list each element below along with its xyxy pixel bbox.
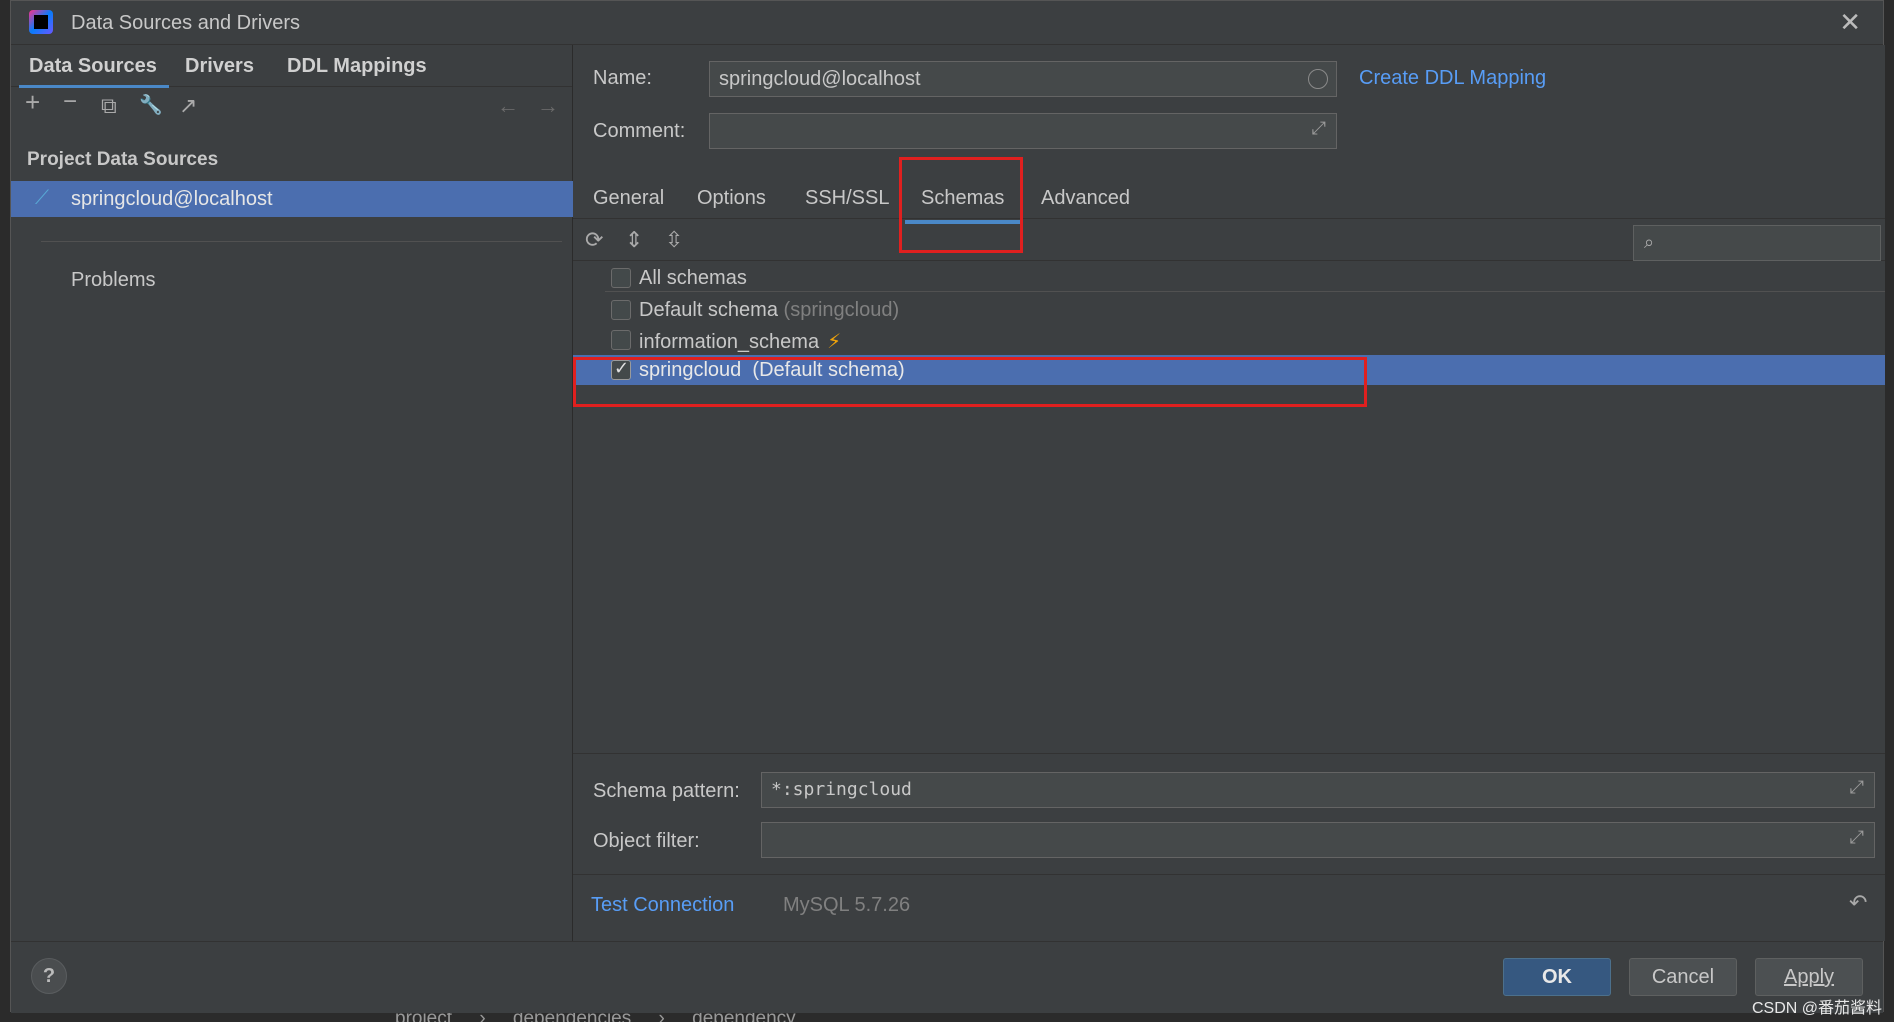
- object-filter-label: Object filter:: [593, 830, 700, 852]
- duplicate-icon[interactable]: ⧉: [101, 95, 117, 117]
- all-schemas-checkbox[interactable]: [611, 268, 631, 288]
- schema-label: information_schema ⚡: [639, 329, 841, 354]
- problems-item[interactable]: Problems: [71, 269, 155, 292]
- name-value: springcloud@localhost: [719, 68, 921, 90]
- tab-schemas[interactable]: Schemas: [904, 187, 1023, 224]
- left-panel: Data Sources Drivers DDL Mappings + − ⧉ …: [11, 45, 573, 941]
- search-icon: ⌕: [1644, 232, 1655, 252]
- schema-name: information_schema: [639, 331, 820, 353]
- comment-field[interactable]: ⤢: [709, 113, 1337, 149]
- schema-checkbox-checked[interactable]: [611, 358, 631, 380]
- intellij-logo-icon: [29, 10, 53, 34]
- dialog-titlebar: Data Sources and Drivers ✕: [11, 1, 1883, 45]
- revert-icon[interactable]: ↶: [1849, 890, 1867, 916]
- back-arrow-icon[interactable]: ←: [497, 95, 519, 117]
- ok-button[interactable]: OK: [1503, 958, 1611, 996]
- divider: [41, 241, 562, 242]
- lightning-icon: ⚡: [827, 331, 842, 353]
- schema-checkbox[interactable]: [611, 330, 631, 350]
- all-schemas-label: All schemas: [639, 267, 747, 289]
- forward-arrow-icon[interactable]: →: [537, 95, 559, 117]
- schema-name: Default schema: [639, 299, 778, 321]
- export-icon[interactable]: ↗: [179, 95, 197, 117]
- color-picker-icon[interactable]: [1308, 69, 1328, 89]
- schema-search-input[interactable]: ⌕: [1633, 225, 1881, 261]
- divider: [573, 874, 1885, 875]
- data-sources-dialog: Data Sources and Drivers ✕ Data Sources …: [10, 0, 1885, 1013]
- help-button[interactable]: ?: [31, 958, 67, 994]
- schema-list: All schemas Default schema (springcloud)…: [573, 263, 1885, 753]
- left-tab-bar: Data Sources Drivers DDL Mappings: [11, 45, 572, 88]
- schema-hint: (Default schema): [752, 359, 905, 381]
- remove-icon[interactable]: −: [63, 90, 77, 114]
- name-label: Name:: [593, 67, 652, 89]
- schema-label: springcloud (Default schema): [639, 359, 905, 382]
- expand-icon[interactable]: ⤢: [1850, 827, 1864, 848]
- wrench-icon[interactable]: 🔧: [139, 95, 163, 117]
- mysql-dolphin-icon: ⟋: [35, 187, 49, 209]
- schema-row[interactable]: information_schema ⚡: [573, 325, 1885, 355]
- tab-drivers[interactable]: Drivers: [185, 55, 254, 78]
- schema-checkbox[interactable]: [611, 300, 631, 320]
- refresh-icon[interactable]: ⟳: [585, 229, 603, 251]
- project-data-sources-heading: Project Data Sources: [27, 149, 219, 170]
- tab-general[interactable]: General: [593, 187, 664, 210]
- close-icon[interactable]: ✕: [1839, 7, 1861, 38]
- data-source-label: springcloud@localhost: [71, 188, 273, 210]
- tab-ssh-ssl[interactable]: SSH/SSL: [805, 187, 889, 210]
- schema-name: springcloud: [639, 359, 742, 381]
- tab-ddl-mappings[interactable]: DDL Mappings: [287, 55, 427, 78]
- collapse-all-icon[interactable]: ⇳: [665, 229, 683, 251]
- schema-pattern-field[interactable]: *:springcloud ⤢: [761, 772, 1875, 808]
- tab-options[interactable]: Options: [697, 187, 766, 210]
- expand-all-icon[interactable]: ⇕: [625, 229, 643, 251]
- schema-pattern-value: *:springcloud: [771, 779, 912, 800]
- tab-advanced[interactable]: Advanced: [1041, 187, 1130, 210]
- all-schemas-row[interactable]: All schemas: [573, 263, 1885, 293]
- schema-label: Default schema (springcloud): [639, 299, 899, 322]
- name-field[interactable]: springcloud@localhost: [709, 61, 1337, 97]
- create-ddl-mapping-link[interactable]: Create DDL Mapping: [1359, 67, 1546, 90]
- data-source-toolbar: + − ⧉ 🔧 ↗ ← →: [11, 87, 572, 131]
- right-panel: Name: springcloud@localhost Create DDL M…: [573, 45, 1885, 941]
- dialog-button-bar: ? OK Cancel Apply: [11, 941, 1883, 1013]
- test-connection-link[interactable]: Test Connection: [591, 894, 734, 917]
- schema-row-selected[interactable]: springcloud (Default schema): [573, 355, 1885, 385]
- schema-hint: (springcloud): [783, 299, 900, 321]
- watermark: CSDN @番茄酱料: [1751, 1000, 1882, 1017]
- schema-row[interactable]: Default schema (springcloud): [573, 295, 1885, 325]
- divider: [605, 291, 1885, 292]
- server-version: MySQL 5.7.26: [783, 894, 911, 916]
- expand-icon[interactable]: ⤢: [1850, 777, 1864, 798]
- apply-button[interactable]: Apply: [1755, 958, 1863, 996]
- data-source-item[interactable]: ⟋ springcloud@localhost: [11, 181, 573, 217]
- add-icon[interactable]: +: [25, 89, 40, 115]
- dialog-title: Data Sources and Drivers: [71, 12, 300, 34]
- schema-pattern-label: Schema pattern:: [593, 780, 740, 802]
- tab-data-sources[interactable]: Data Sources: [19, 55, 169, 88]
- object-filter-field[interactable]: ⤢: [761, 822, 1875, 858]
- settings-tab-bar: General Options SSH/SSL Schemas Advanced: [573, 177, 1885, 224]
- cancel-button[interactable]: Cancel: [1629, 958, 1737, 996]
- expand-icon[interactable]: ⤢: [1312, 118, 1326, 139]
- comment-label: Comment:: [593, 120, 686, 142]
- filter-section: Schema pattern: *:springcloud ⤢ Object f…: [573, 753, 1885, 941]
